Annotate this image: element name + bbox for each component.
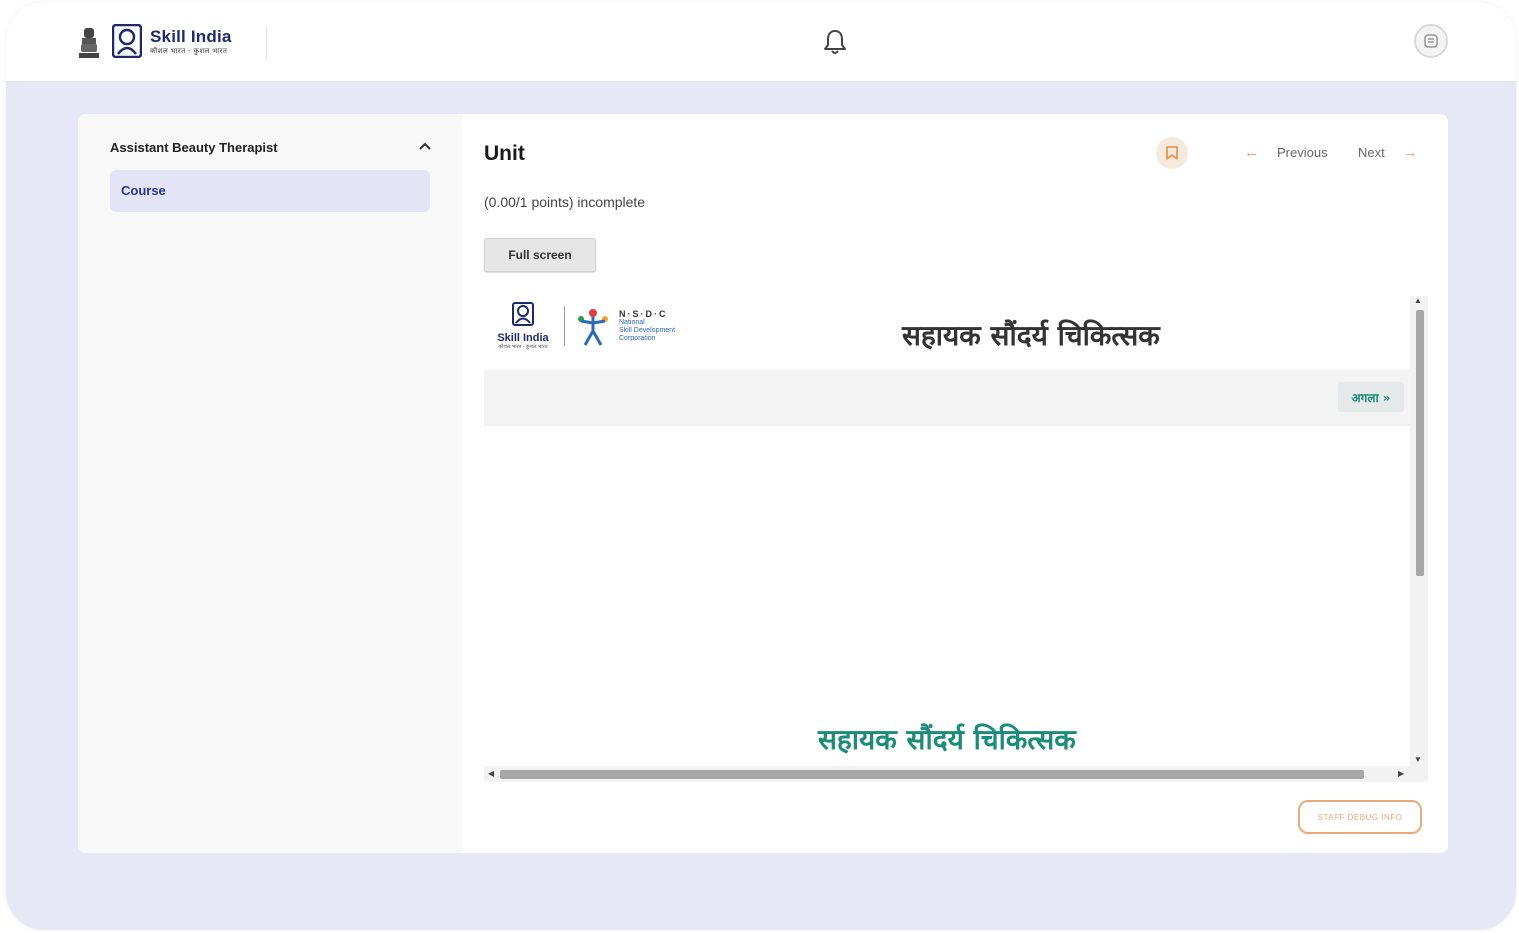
app-frame: Skill India कौशल भारत - कुशल भारत Assist… bbox=[6, 2, 1516, 930]
brand-name: Skill India bbox=[150, 26, 232, 46]
sidebar-item-course[interactable]: Course bbox=[110, 170, 430, 212]
next-button[interactable]: Next → bbox=[1358, 145, 1418, 160]
content-viewer[interactable]: Skill India कौशल भारत - कुशल भारत N·S·D·… bbox=[484, 296, 1428, 782]
mini-skill-sub: कौशल भारत - कुशल भारत bbox=[498, 344, 548, 350]
mini-skill-text: Skill India bbox=[497, 332, 549, 344]
content-next-button[interactable]: अगला » bbox=[1338, 382, 1404, 412]
nsdc-line-3: Corporation bbox=[619, 334, 656, 342]
user-menu-button[interactable] bbox=[1414, 24, 1448, 58]
bookmark-icon bbox=[1166, 146, 1178, 160]
national-emblem-icon bbox=[79, 28, 99, 58]
arrow-left-icon: ← bbox=[1244, 144, 1259, 161]
chevron-up-icon[interactable] bbox=[416, 138, 434, 156]
content-toolbar: अगला » bbox=[484, 370, 1410, 426]
horizontal-scrollbar[interactable]: ◀ ▶ bbox=[484, 766, 1428, 782]
user-icon bbox=[1424, 34, 1438, 48]
previous-button[interactable]: ← Previous bbox=[1244, 145, 1328, 160]
arrow-right-icon: → bbox=[1402, 144, 1418, 161]
scroll-up-icon[interactable]: ▲ bbox=[1414, 296, 1422, 305]
previous-label: Previous bbox=[1277, 145, 1328, 160]
nsdc-text: N·S·D·C National Skill Development Corpo… bbox=[619, 308, 676, 343]
scroll-down-icon[interactable]: ▼ bbox=[1414, 755, 1422, 764]
header-divider bbox=[266, 26, 267, 60]
horizontal-scroll-thumb[interactable] bbox=[500, 770, 1364, 779]
scroll-right-icon[interactable]: ▶ bbox=[1398, 769, 1404, 778]
nsdc-line-1: National bbox=[619, 319, 645, 327]
bell-icon[interactable] bbox=[822, 28, 848, 56]
brand-tagline: कौशल भारत - कुशल भारत bbox=[150, 47, 228, 55]
logo-separator bbox=[564, 306, 565, 346]
nsdc-logo-icon bbox=[578, 309, 608, 346]
vertical-scroll-thumb[interactable] bbox=[1416, 310, 1424, 576]
course-sidebar: Assistant Beauty Therapist Course bbox=[78, 114, 462, 853]
partner-logos: Skill India कौशल भारत - कुशल भारत N·S·D·… bbox=[490, 302, 675, 350]
nsdc-abbr: N·S·D·C bbox=[619, 308, 668, 319]
skill-india-logo-icon bbox=[112, 24, 142, 58]
course-title: Assistant Beauty Therapist bbox=[110, 140, 278, 155]
top-navbar: Skill India कौशल भारत - कुशल भारत bbox=[6, 2, 1516, 82]
nsdc-line-2: Skill Development bbox=[619, 327, 676, 335]
unit-title: Unit bbox=[484, 142, 525, 165]
content-subheading: सहायक सौंदर्य चिकित्सक bbox=[818, 723, 1076, 756]
course-card: Assistant Beauty Therapist Course Unit ←… bbox=[78, 114, 1448, 853]
fullscreen-button[interactable]: Full screen bbox=[484, 238, 596, 272]
points-status: (0.00/1 points) incomplete bbox=[484, 194, 646, 210]
bookmark-button[interactable] bbox=[1156, 137, 1188, 169]
skill-india-mini-icon bbox=[512, 302, 534, 326]
skill-india-logo[interactable]: Skill India कौशल भारत - कुशल भारत bbox=[112, 24, 232, 58]
next-label: Next bbox=[1358, 145, 1385, 160]
content-heading: सहायक सौंदर्य चिकित्सक bbox=[902, 319, 1160, 352]
staff-debug-button[interactable]: STAFF DEBUG INFO bbox=[1298, 800, 1422, 834]
mini-skill-india-logo: Skill India कौशल भारत - कुशल भारत bbox=[490, 302, 556, 350]
scroll-left-icon[interactable]: ◀ bbox=[488, 769, 494, 778]
vertical-scrollbar[interactable]: ▲ ▼ bbox=[1410, 296, 1428, 766]
content-header: Skill India कौशल भारत - कुशल भारत N·S·D·… bbox=[484, 296, 1410, 370]
unit-panel: Unit ← Previous Next → (0.00/1 points) i… bbox=[462, 114, 1448, 853]
